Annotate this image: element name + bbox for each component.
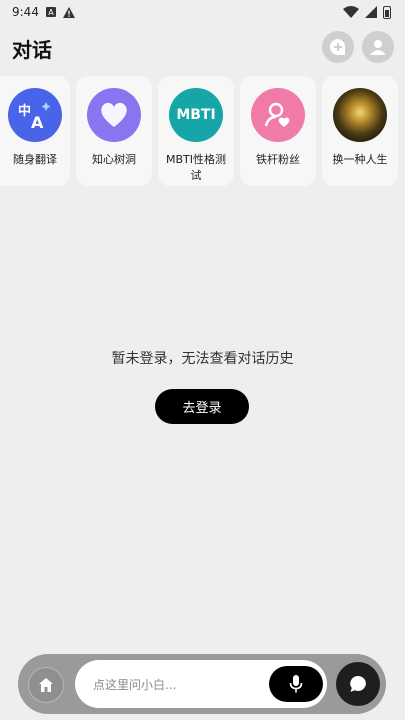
status-time: 9:44: [12, 5, 39, 19]
agent-label: 知心树洞: [92, 153, 136, 166]
agent-card-mbti[interactable]: MBTI MBTI性格测试: [158, 76, 234, 186]
agent-label: MBTI性格测试: [165, 153, 226, 182]
microphone-icon: [289, 675, 303, 693]
battery-icon: [383, 5, 391, 19]
agent-card-tree-hole[interactable]: 知心树洞: [76, 76, 152, 186]
fan-icon: [251, 88, 305, 142]
home-button[interactable]: [28, 667, 64, 703]
chat-bubble-icon: [350, 676, 366, 692]
agent-list: 中 A 随身翻译 知心树洞 MBTI MBTI性格测试 铁杆粉丝 换一种人生: [0, 76, 405, 188]
agent-label: 随身翻译: [13, 153, 57, 166]
chat-input-placeholder: 点这里问小白...: [93, 678, 177, 692]
svg-text:A: A: [31, 113, 44, 130]
agent-label: 铁杆粉丝: [256, 153, 300, 166]
home-icon: [39, 678, 53, 692]
life-avatar-icon: [333, 88, 387, 142]
heart-icon: [87, 88, 141, 142]
status-bar: 9:44 A: [0, 0, 405, 24]
agent-label: 换一种人生: [332, 153, 388, 166]
new-chat-button[interactable]: [322, 31, 354, 63]
login-button[interactable]: 去登录: [155, 389, 249, 424]
agent-card-new-life[interactable]: 换一种人生: [322, 76, 398, 186]
translate-icon: 中 A: [8, 88, 62, 142]
user-icon: [370, 40, 386, 55]
signal-icon: [365, 6, 377, 18]
svg-text:中: 中: [18, 103, 31, 119]
login-prompt-message: 暂未登录，无法查看对话历史: [111, 351, 294, 367]
header: 对话: [0, 28, 405, 68]
chat-button[interactable]: [336, 662, 380, 706]
chat-input[interactable]: 点这里问小白...: [75, 660, 327, 708]
agent-card-fan[interactable]: 铁杆粉丝: [240, 76, 316, 186]
agent-card-translate[interactable]: 中 A 随身翻译: [0, 76, 70, 186]
app-notification-icon: A: [45, 7, 56, 17]
wifi-icon: [343, 6, 359, 18]
mbti-icon: MBTI: [169, 88, 223, 142]
bottom-bar: 点这里问小白...: [18, 654, 386, 714]
page-title: 对话: [12, 38, 52, 62]
status-left: 9:44 A: [12, 5, 75, 19]
add-chat-icon: [330, 39, 346, 55]
status-right: [343, 5, 391, 19]
voice-button[interactable]: [269, 666, 323, 702]
profile-button[interactable]: [362, 31, 394, 63]
warning-icon: [62, 6, 75, 18]
